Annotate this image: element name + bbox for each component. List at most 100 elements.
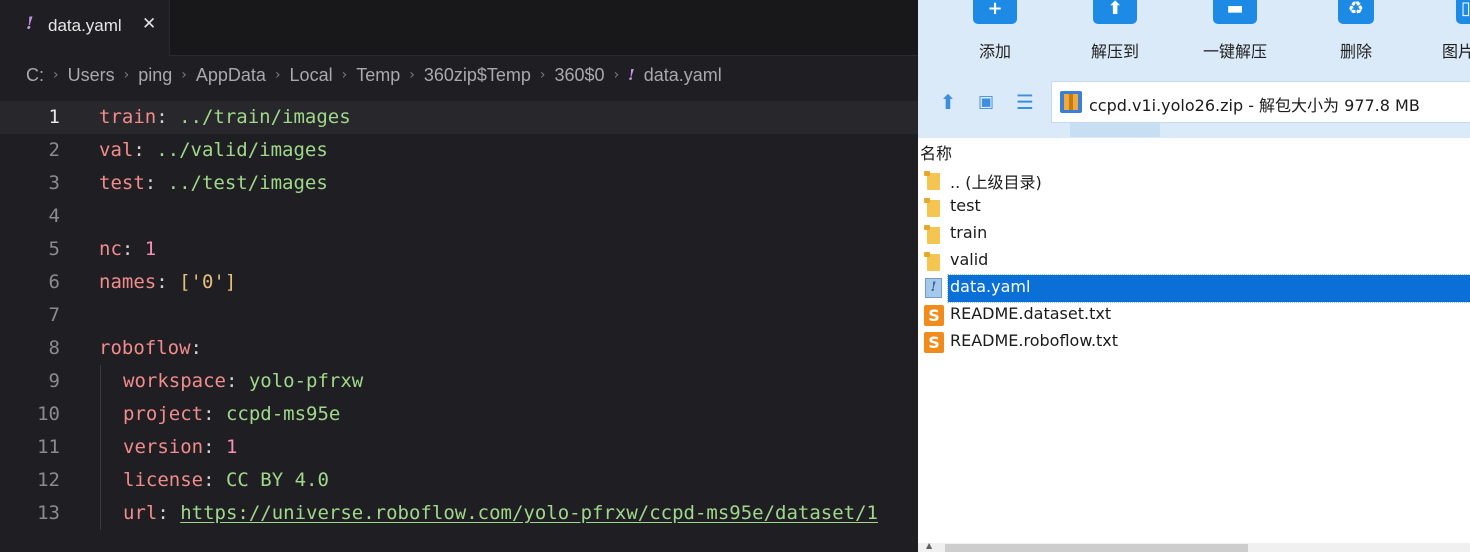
breadcrumb: C: › Users › ping › AppData › Local › Temp › 360zip$… — [26, 63, 722, 87]
line-number: 6 — [48, 271, 60, 293]
file-list-item[interactable]: .. (上级目录) — [918, 167, 1470, 194]
chevron-right-icon: › — [539, 67, 546, 83]
horizontal-scrollbar[interactable]: ▲ — [918, 541, 1470, 552]
code-line[interactable]: 12 license: CC BY 4.0 — [0, 464, 918, 497]
archive-path-bar[interactable]: ccpd.v1i.yolo26.zip - 解包大小为 977.8 MB — [1051, 81, 1470, 123]
indent-guide — [100, 497, 101, 530]
folder-icon — [924, 197, 944, 218]
yaml-key: test — [99, 172, 145, 194]
code-line[interactable]: 3 test: ../test/images — [0, 167, 918, 200]
yaml-file-icon: ! — [924, 278, 944, 299]
one-click-extract-button[interactable]: ▬ 一键解压 — [1185, 0, 1285, 70]
code-area[interactable]: 1 train: ../train/images 2 val: ../valid/im… — [0, 101, 918, 530]
line-number: 9 — [48, 370, 60, 392]
close-icon[interactable]: ✕ — [142, 14, 156, 34]
file-name: data.yaml — [949, 277, 1032, 300]
yaml-key: license — [123, 469, 204, 491]
up-arrow-icon[interactable]: ⬆ — [935, 91, 961, 113]
line-number: 11 — [37, 436, 60, 458]
column-header-name[interactable]: 名称 — [918, 142, 1470, 166]
yaml-value: ../test/images — [167, 172, 328, 194]
yaml-key: nc — [99, 238, 122, 260]
line-text: names: ['0'] — [99, 266, 236, 299]
code-line[interactable]: 7 — [0, 299, 918, 332]
yaml-colon: : — [121, 238, 145, 260]
scrollbar-thumb[interactable] — [945, 544, 1248, 552]
code-line[interactable]: 8 roboflow: — [0, 332, 918, 365]
breadcrumb-segment[interactable]: AppData — [196, 65, 266, 86]
yaml-value: 1 — [144, 238, 157, 260]
chevron-right-icon: › — [123, 67, 130, 83]
scroll-left-icon[interactable]: ▲ — [926, 541, 932, 550]
archive-path-text: ccpd.v1i.yolo26.zip - 解包大小为 977.8 MB — [1089, 96, 1420, 115]
breadcrumb-segment[interactable]: 360zip$Temp — [424, 65, 531, 86]
indent-guide — [100, 398, 101, 431]
folder-icon — [924, 224, 944, 245]
chevron-right-icon: › — [409, 67, 415, 83]
chevron-right-icon: › — [613, 67, 620, 83]
extract-to-icon: ⬆ — [1093, 0, 1137, 24]
yaml-colon: : — [203, 436, 226, 458]
breadcrumb-segment[interactable]: Users — [68, 65, 115, 86]
code-line[interactable]: 11 version: 1 — [0, 431, 918, 464]
code-line[interactable]: 9 workspace: yolo-pfrxw — [0, 365, 918, 398]
indent-guide — [100, 431, 101, 464]
yaml-file-icon: ! — [628, 66, 635, 84]
sublime-text-file-icon: S — [924, 332, 944, 353]
file-list-item[interactable]: ! data.yaml — [918, 274, 1470, 303]
yaml-key: workspace — [123, 370, 226, 392]
breadcrumb-segment[interactable]: C: — [26, 65, 44, 86]
line-number: 3 — [48, 172, 60, 194]
file-name: README.roboflow.txt — [950, 331, 1119, 350]
code-line[interactable]: 2 val: ../valid/images — [0, 134, 918, 167]
file-list-item[interactable]: test — [918, 194, 1470, 221]
yaml-value: ../valid/images — [156, 139, 328, 161]
yaml-key: version — [123, 436, 204, 458]
chevron-right-icon: › — [274, 67, 281, 83]
file-name: README.dataset.txt — [950, 304, 1112, 323]
image-button[interactable]: ▯ 图片 — [1420, 0, 1470, 70]
file-list-item[interactable]: S README.dataset.txt — [918, 302, 1470, 329]
breadcrumb-segment[interactable]: 360$0 — [555, 65, 605, 86]
list-view-icon[interactable]: ☰ — [1012, 91, 1038, 113]
breadcrumb-file[interactable]: data.yaml — [644, 65, 722, 86]
add-button[interactable]: + 添加 — [945, 0, 1045, 70]
extract-to-button[interactable]: ⬆ 解压到 — [1065, 0, 1165, 70]
yaml-colon: : — [144, 172, 168, 194]
chevron-right-icon: › — [341, 67, 348, 83]
code-line[interactable]: 4 — [0, 200, 918, 233]
file-list-item[interactable]: train — [918, 221, 1470, 248]
yaml-url-link[interactable]: https://universe.roboflow.com/yolo-pfrxw… — [180, 502, 878, 524]
yaml-key: names — [99, 271, 157, 293]
folder-icon — [924, 170, 944, 191]
yaml-colon: : — [157, 502, 181, 524]
code-line[interactable]: 1 train: ../train/images — [0, 101, 918, 134]
yaml-colon: : — [156, 106, 180, 128]
indent-guide — [100, 464, 101, 497]
code-line[interactable]: 6 names: ['0'] — [0, 266, 918, 299]
thumbnail-view-icon[interactable]: ▣ — [973, 91, 999, 113]
yaml-key: train — [99, 106, 157, 128]
breadcrumb-segment[interactable]: Temp — [356, 65, 400, 86]
chevron-right-icon: › — [53, 67, 59, 83]
line-text: project: ccpd-ms95e — [123, 398, 340, 431]
file-name: .. (上级目录) — [950, 173, 1042, 192]
code-line[interactable]: 13 url: https://universe.roboflow.com/yol… — [0, 497, 918, 530]
line-text: roboflow: — [99, 332, 202, 365]
code-line[interactable]: 5 nc: 1 — [0, 233, 918, 266]
archive-file-list: .. (上级目录) test train valid! data.yaml S README… — [918, 167, 1470, 356]
line-number: 13 — [37, 502, 60, 524]
delete-button[interactable]: ♻ 删除 — [1306, 0, 1406, 70]
breadcrumb-segment[interactable]: Local — [290, 65, 333, 86]
indent-guide — [100, 365, 101, 398]
line-text: workspace: yolo-pfrxw — [123, 365, 363, 398]
line-text: license: CC BY 4.0 — [123, 464, 329, 497]
line-text: val: ../valid/images — [99, 134, 328, 167]
breadcrumb-segment[interactable]: ping — [138, 65, 172, 86]
yaml-value: ../train/images — [179, 106, 351, 128]
line-text: nc: 1 — [99, 233, 156, 266]
code-line[interactable]: 10 project: ccpd-ms95e — [0, 398, 918, 431]
file-list-item[interactable]: S README.roboflow.txt — [918, 329, 1470, 356]
tab-data-yaml[interactable]: ! data.yaml ✕ — [0, 0, 170, 57]
file-list-item[interactable]: valid — [918, 248, 1470, 275]
